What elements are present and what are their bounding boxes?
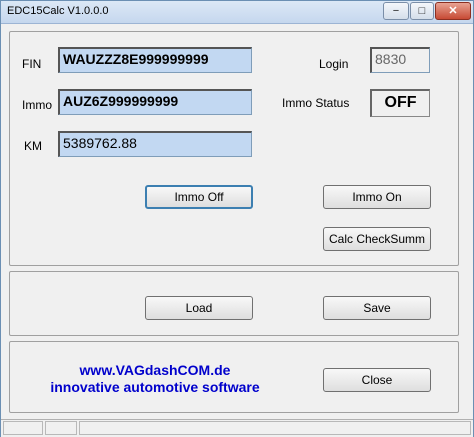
app-window: EDC15Calc V1.0.0.0 − □ ✕ FIN WAUZZZ8E999… — [0, 0, 474, 437]
immo-status-value: OFF — [370, 89, 430, 117]
status-pane-2 — [45, 421, 77, 435]
minimize-button[interactable]: − — [383, 2, 409, 20]
immo-status-label: Immo Status — [282, 96, 350, 110]
fin-label: FIN — [22, 57, 42, 71]
save-button[interactable]: Save — [323, 296, 431, 320]
immo-off-button[interactable]: Immo Off — [145, 185, 253, 209]
title-bar[interactable]: EDC15Calc V1.0.0.0 − □ ✕ — [1, 1, 473, 24]
immo-on-button[interactable]: Immo On — [323, 185, 431, 209]
immo-input[interactable]: AUZ6Z999999999 — [58, 89, 252, 115]
tagline-text: innovative automotive software — [50, 379, 260, 395]
km-label: KM — [24, 139, 42, 153]
footer-group: www.VAGdashCOM.de innovative automotive … — [9, 341, 459, 413]
km-input[interactable]: 5389762.88 — [58, 131, 252, 157]
window-close-button[interactable]: ✕ — [435, 2, 471, 20]
close-button[interactable]: Close — [323, 368, 431, 392]
data-group: FIN WAUZZZ8E999999999 Immo AUZ6Z99999999… — [9, 31, 459, 266]
status-pane-3 — [79, 421, 471, 435]
status-bar — [1, 419, 473, 437]
status-pane-1 — [3, 421, 43, 435]
load-button[interactable]: Load — [145, 296, 253, 320]
fin-input[interactable]: WAUZZZ8E999999999 — [58, 47, 252, 73]
calc-checksum-button[interactable]: Calc CheckSumm — [323, 227, 431, 251]
login-input[interactable]: 8830 — [370, 47, 430, 73]
login-label: Login — [319, 57, 349, 71]
window-title: EDC15Calc V1.0.0.0 — [7, 5, 109, 17]
maximize-button[interactable]: □ — [410, 2, 434, 20]
immo-label: Immo — [22, 98, 52, 112]
file-group: Load Save — [9, 271, 459, 336]
website-link[interactable]: www.VAGdashCOM.de — [30, 362, 280, 378]
